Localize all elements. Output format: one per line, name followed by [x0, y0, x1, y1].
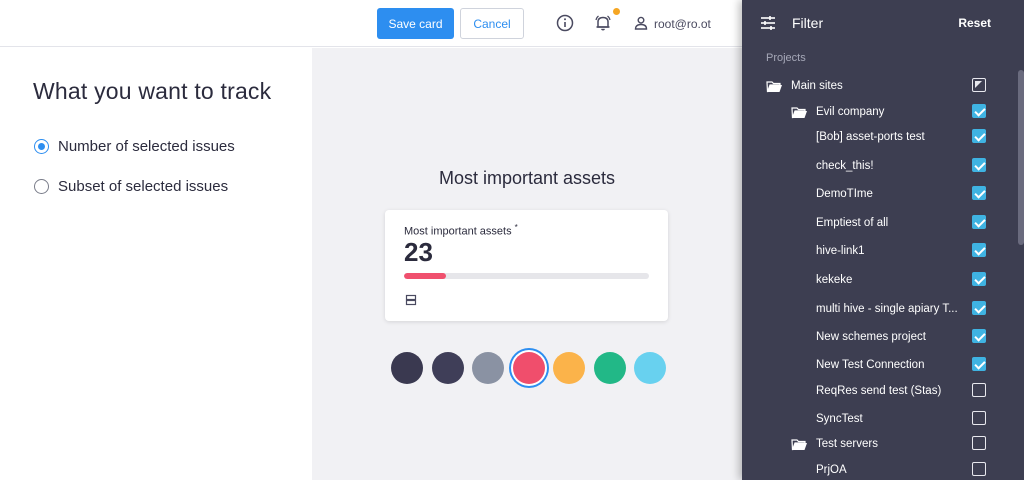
tree-item[interactable]: ReqRes send test (Stas)	[742, 380, 1012, 402]
tree-item[interactable]: PrjOA	[742, 459, 1012, 480]
tree-item-label: New Test Connection	[816, 359, 925, 371]
progress-bar-fill	[404, 273, 446, 279]
tree-item-label: multi hive - single apiary T...	[816, 303, 958, 315]
tree-item-label: ReqRes send test (Stas)	[816, 385, 942, 397]
tree-item-checkbox[interactable]	[972, 301, 986, 315]
progress-bar	[404, 273, 649, 279]
tree-item[interactable]: multi hive - single apiary T...	[742, 298, 1012, 320]
server-icon	[405, 293, 417, 306]
tree-item-checkbox[interactable]	[972, 186, 986, 200]
user-menu[interactable]: root@ro.ot	[634, 14, 711, 34]
top-bar: Save card Cancel root@ro.ot	[0, 0, 742, 47]
option-label: Number of selected issues	[58, 138, 235, 155]
save-card-button[interactable]: Save card	[377, 8, 454, 39]
tree-item[interactable]: kekeke	[742, 269, 1012, 291]
tree-item[interactable]: Main sites	[742, 75, 1012, 97]
tree-item-checkbox[interactable]	[972, 383, 986, 397]
tree-item-label: Test servers	[816, 438, 878, 450]
color-swatch[interactable]	[391, 352, 423, 384]
tree-item-checkbox[interactable]	[972, 215, 986, 229]
filter-header: Filter Reset	[742, 0, 1024, 47]
tree-item-label: Emptiest of all	[816, 217, 889, 229]
card-value: 23	[404, 237, 433, 267]
tree-item-checkbox[interactable]	[972, 104, 986, 118]
tree-item[interactable]: New Test Connection	[742, 354, 1012, 376]
tree-item[interactable]: DemoTIme	[742, 183, 1012, 205]
tree-item[interactable]: Evil company	[742, 101, 1012, 123]
section-label: Projects	[766, 52, 806, 64]
user-name: root@ro.ot	[654, 17, 711, 31]
tree-item-checkbox[interactable]	[972, 436, 986, 450]
user-icon	[634, 16, 648, 33]
color-swatch[interactable]	[431, 352, 464, 384]
tree-item-checkbox[interactable]	[972, 129, 986, 143]
card-preview-area: Most important assets Most important ass…	[312, 48, 742, 480]
tree-item-checkbox[interactable]	[972, 78, 986, 92]
tree-item[interactable]: New schemes project	[742, 326, 1012, 348]
tree-item[interactable]: [Bob] asset-ports test	[742, 126, 1012, 148]
tree-item-checkbox[interactable]	[972, 411, 986, 425]
info-icon[interactable]	[555, 13, 575, 33]
preview-card: Most important assets * 23	[385, 210, 668, 321]
cancel-button[interactable]: Cancel	[460, 8, 524, 39]
option-number-of-issues[interactable]: Number of selected issues	[34, 138, 235, 155]
tree-item-label: Main sites	[791, 80, 843, 92]
preview-title: Most important assets	[438, 168, 616, 188]
tree-item-checkbox[interactable]	[972, 329, 986, 343]
tree-item[interactable]: Test servers	[742, 433, 1012, 455]
card-title: Most important assets *	[404, 223, 518, 238]
tree-item-checkbox[interactable]	[972, 357, 986, 371]
color-swatch[interactable]	[634, 352, 666, 384]
tree-item[interactable]: hive-link1	[742, 240, 1012, 262]
tree-item-label: [Bob] asset-ports test	[816, 131, 925, 143]
bell-icon[interactable]	[593, 13, 613, 33]
tree-item-checkbox[interactable]	[972, 272, 986, 286]
color-swatch[interactable]	[593, 352, 626, 384]
tree-item-label: PrjOA	[816, 464, 847, 476]
tree-item-label: SyncTest	[816, 413, 863, 425]
option-label: Subset of selected issues	[58, 178, 229, 195]
color-swatch[interactable]	[553, 352, 585, 384]
folder-open-icon	[766, 80, 782, 92]
tree-item[interactable]: SyncTest	[742, 408, 1012, 430]
color-swatch[interactable]	[512, 352, 545, 384]
tree-item-label: DemoTIme	[816, 188, 873, 200]
tree-item-label: check_this!	[816, 160, 874, 172]
panel-heading: What you want to track	[33, 78, 272, 104]
tracking-options-panel: What you want to track Number of selecte…	[0, 48, 312, 480]
radio-number-of-issues[interactable]	[34, 139, 49, 154]
radio-subset-of-issues[interactable]	[34, 179, 49, 194]
filter-title: Filter	[792, 15, 824, 31]
tree-item-checkbox[interactable]	[972, 243, 986, 257]
filter-panel: Filter Reset Projects Main sites Evil com…	[742, 0, 1024, 480]
asterisk: *	[514, 223, 518, 232]
tree-item-label: New schemes project	[816, 331, 926, 343]
folder-open-icon	[791, 106, 807, 118]
tree-item-label: kekeke	[816, 274, 853, 286]
reset-button[interactable]: Reset	[958, 16, 991, 30]
folder-open-icon	[791, 438, 807, 450]
tree-item[interactable]: Emptiest of all	[742, 212, 1012, 234]
tree-item-checkbox[interactable]	[972, 462, 986, 476]
tree-item-label: Evil company	[816, 106, 885, 118]
tree-item[interactable]: check_this!	[742, 155, 1012, 177]
tree-item-checkbox[interactable]	[972, 158, 986, 172]
option-subset-of-issues[interactable]: Subset of selected issues	[34, 178, 228, 195]
sliders-icon	[759, 14, 777, 32]
tree-item-label: hive-link1	[816, 245, 865, 257]
color-swatch[interactable]	[472, 352, 504, 384]
notification-badge	[613, 8, 620, 15]
scrollbar[interactable]	[1018, 70, 1024, 245]
